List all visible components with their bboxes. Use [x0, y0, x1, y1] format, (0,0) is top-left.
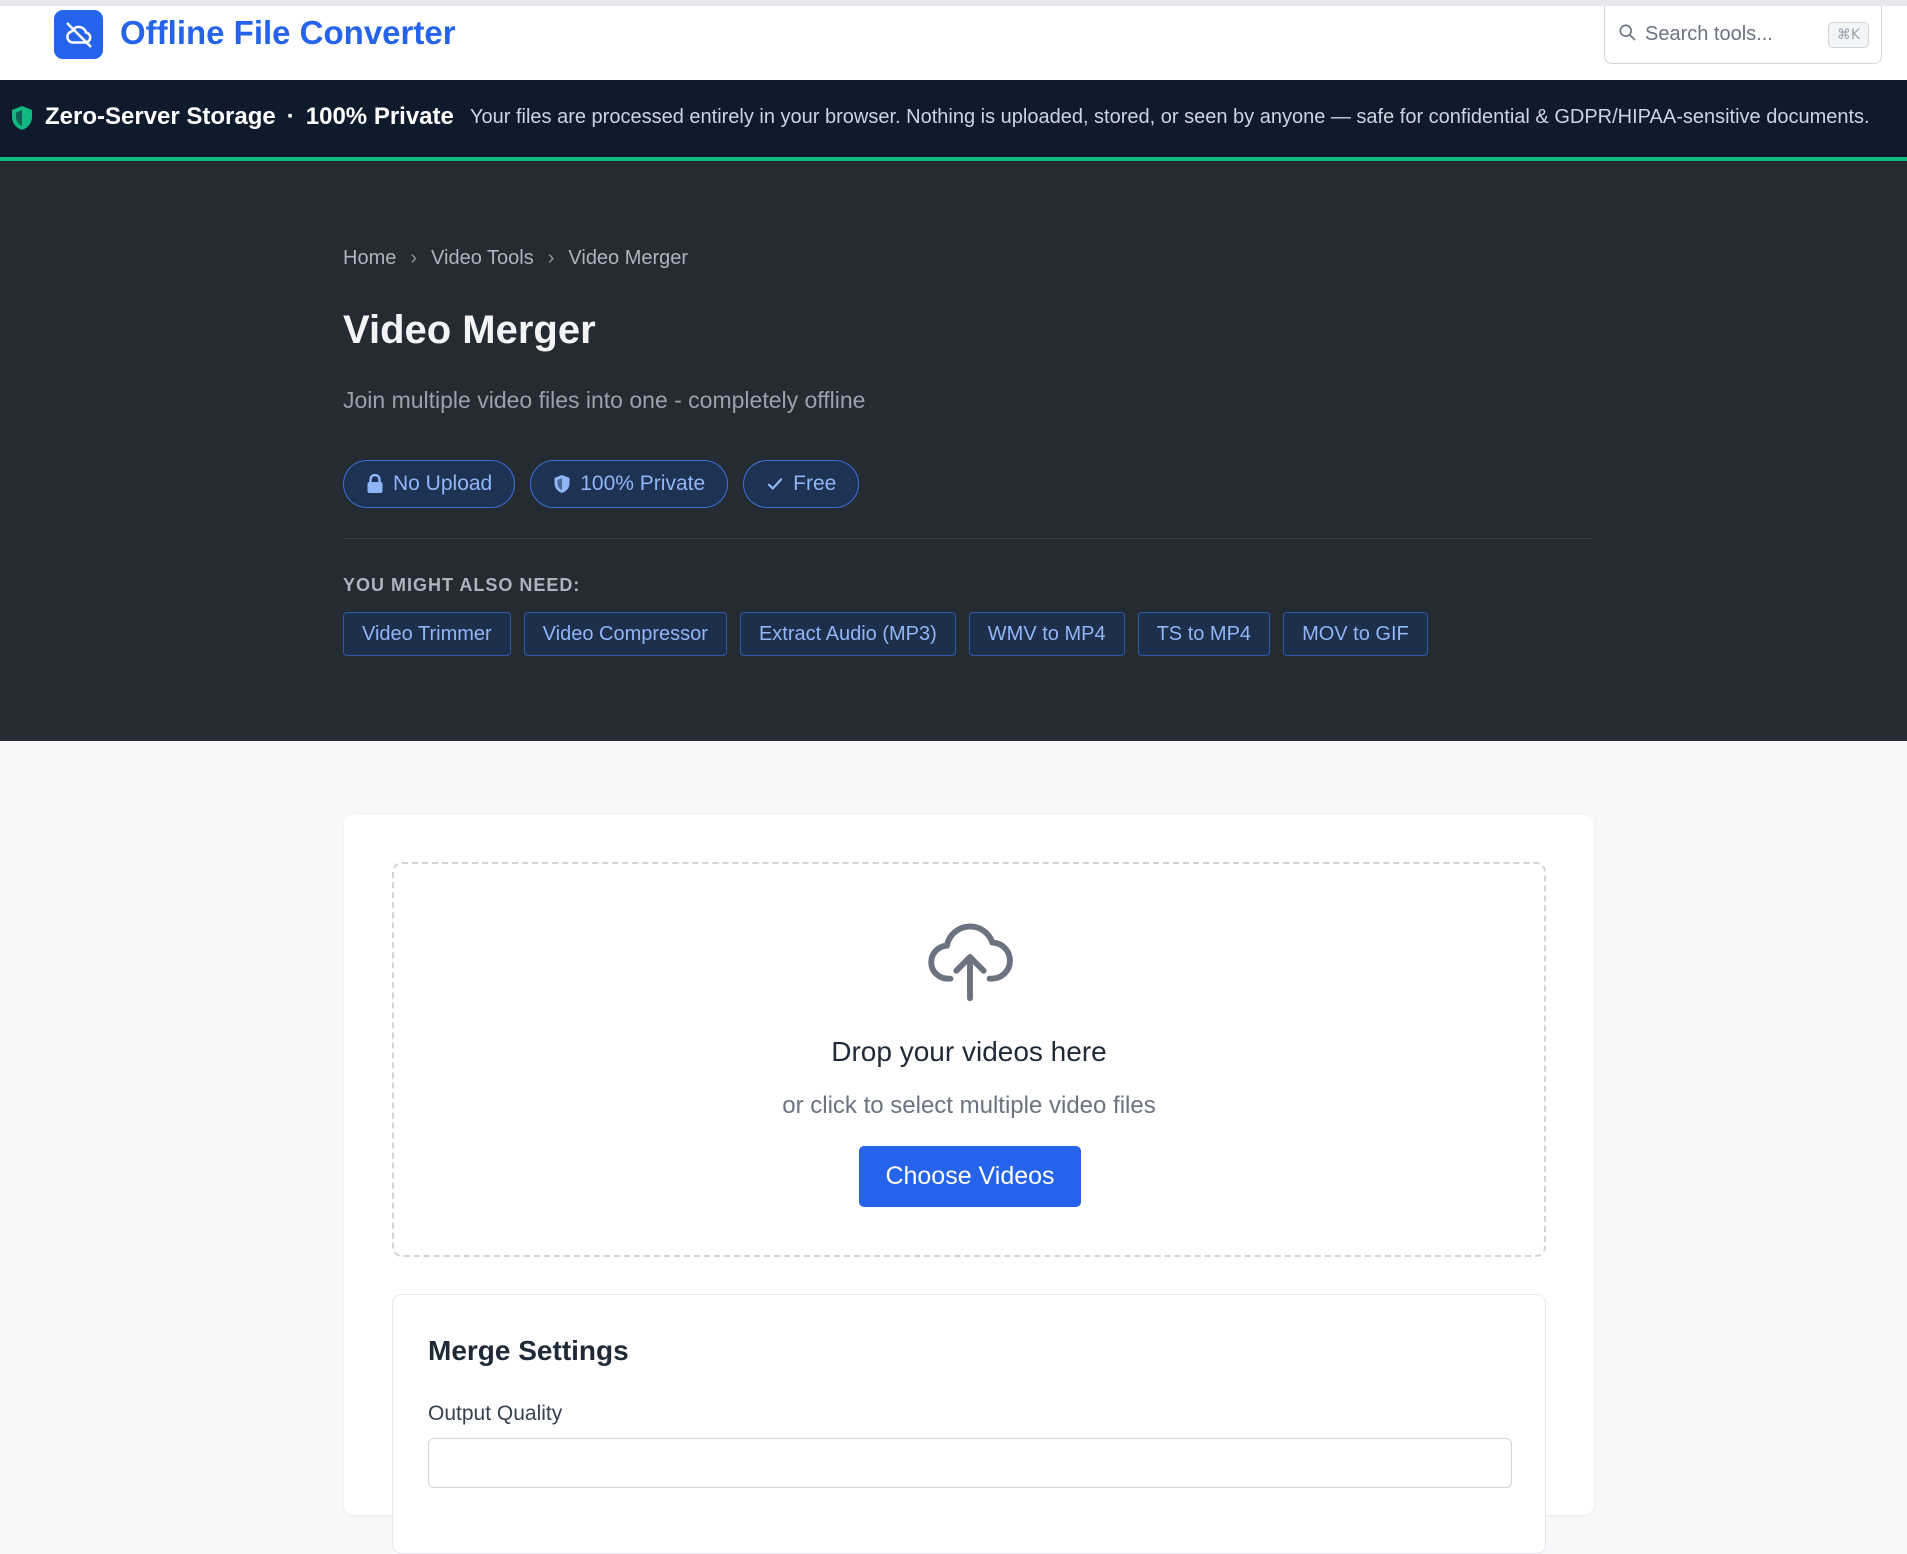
merge-settings-title: Merge Settings — [428, 1335, 629, 1366]
related-tools: Video Trimmer Video Compressor Extract A… — [343, 612, 1428, 656]
banner-storage-label: Zero-Server Storage — [45, 103, 276, 130]
dropzone-title: Drop your videos here — [831, 1036, 1107, 1067]
banner-headline: Zero-Server Storage · 100% Private — [45, 103, 454, 131]
banner-message: Your files are processed entirely in you… — [470, 106, 1870, 128]
badge-label: No Upload — [393, 472, 493, 495]
section-divider — [343, 538, 1593, 539]
badge-private: 100% Private — [530, 460, 729, 508]
dropzone-subtitle: or click to select multiple video files — [782, 1092, 1156, 1119]
breadcrumb: Home › Video Tools › Video Merger — [343, 247, 688, 270]
badge-label: Free — [793, 472, 837, 495]
related-tools-heading: YOU MIGHT ALSO NEED: — [343, 575, 581, 595]
breadcrumb-video-tools[interactable]: Video Tools — [431, 247, 534, 269]
privacy-banner: Zero-Server Storage · 100% Private Your fi… — [0, 80, 1907, 161]
file-dropzone[interactable]: Drop your videos here or click to select… — [392, 862, 1546, 1257]
related-tool-video-compressor[interactable]: Video Compressor — [523, 612, 727, 656]
search-icon — [1619, 24, 1636, 41]
breadcrumb-current: Video Merger — [568, 247, 689, 269]
breadcrumb-separator: › — [410, 247, 418, 269]
output-quality-label: Output Quality — [428, 1402, 563, 1425]
hero-section: Home › Video Tools › Video Merger Video Merg… — [0, 161, 1907, 741]
related-tool-extract-audio[interactable]: Extract Audio (MP3) — [739, 612, 956, 656]
logo-icon[interactable] — [54, 10, 103, 59]
page-subtitle: Join multiple video files into one - com… — [343, 387, 866, 413]
search-box[interactable]: ⌘K — [1604, 6, 1882, 64]
choose-videos-button[interactable]: Choose Videos — [859, 1146, 1081, 1207]
related-tool-mov-to-gif[interactable]: MOV to GIF — [1283, 612, 1428, 656]
lock-icon — [367, 474, 383, 493]
banner-separator: · — [286, 103, 295, 130]
top-header: Offline File Converter ⌘K — [0, 0, 1907, 80]
breadcrumb-separator: › — [547, 247, 555, 269]
banner-private-label: 100% Private — [305, 103, 454, 130]
cloud-upload-icon — [928, 923, 1013, 1002]
related-tool-ts-to-mp4[interactable]: TS to MP4 — [1137, 612, 1271, 656]
badge-free: Free — [743, 460, 860, 508]
breadcrumb-home[interactable]: Home — [343, 247, 396, 269]
app-title[interactable]: Offline File Converter — [120, 14, 456, 52]
related-tool-video-trimmer[interactable]: Video Trimmer — [343, 612, 511, 656]
badge-label: 100% Private — [580, 472, 706, 495]
feature-badges: No Upload 100% Private Free — [343, 460, 860, 508]
output-quality-select[interactable] — [428, 1438, 1512, 1488]
shield-icon — [554, 475, 570, 493]
page-title: Video Merger — [343, 308, 596, 352]
search-input[interactable] — [1645, 16, 1825, 52]
merge-settings-panel: Merge Settings Output Quality — [392, 1294, 1546, 1554]
check-icon — [768, 478, 783, 490]
shield-icon — [12, 106, 32, 130]
related-tool-wmv-to-mp4[interactable]: WMV to MP4 — [968, 612, 1125, 656]
tool-card: Drop your videos here or click to select… — [344, 815, 1594, 1554]
badge-no-upload: No Upload — [343, 460, 516, 508]
shortcut-hint: ⌘K — [1827, 22, 1869, 48]
